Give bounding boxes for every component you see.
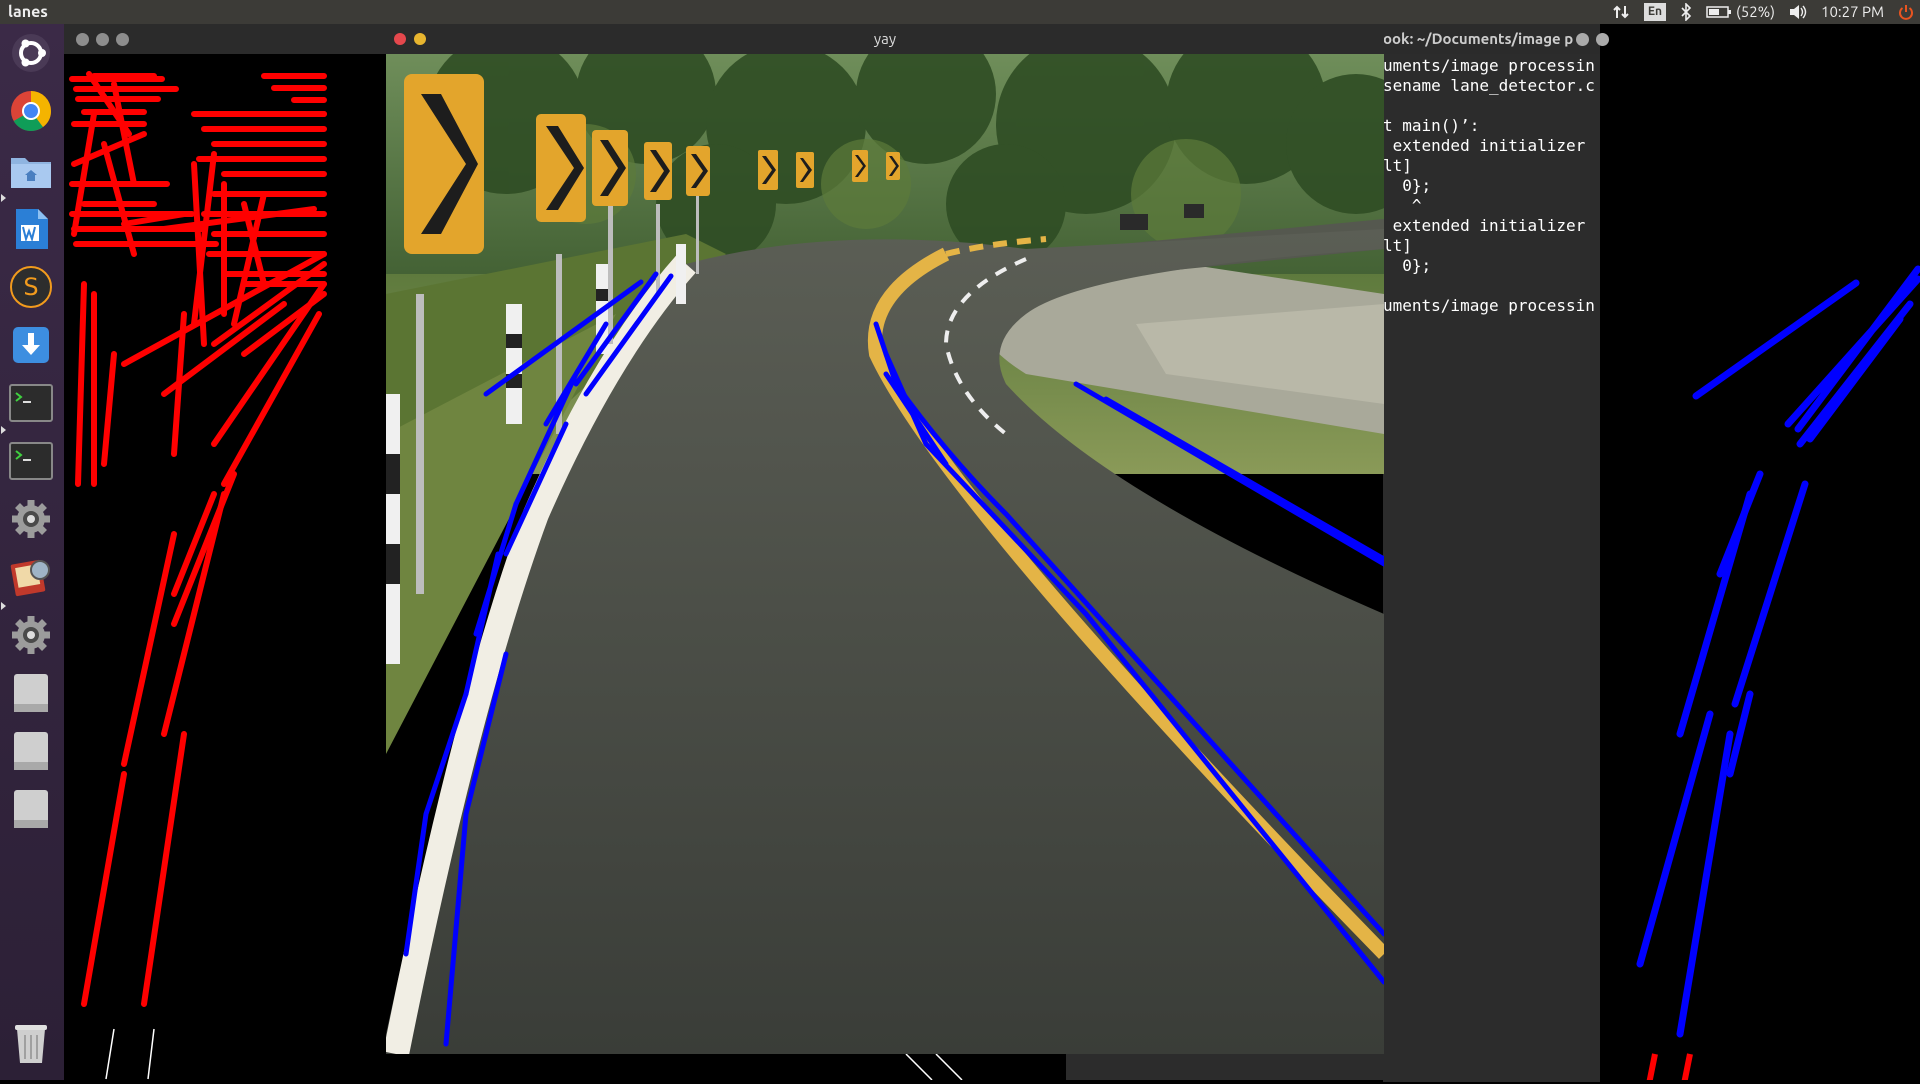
launcher: S (0, 24, 65, 1080)
terminal-line: extended initializer (1383, 216, 1586, 235)
terminal-minimize-button[interactable] (1596, 33, 1609, 46)
terminal-titlebar[interactable]: ook: ~/Documents/image pro (1383, 24, 1609, 54)
running-indicator-3 (1, 602, 6, 610)
writer-icon[interactable] (8, 206, 54, 252)
drive-icon[interactable] (8, 670, 54, 716)
yay-close-button[interactable] (394, 33, 406, 45)
keyboard-layout-indicator[interactable]: En (1643, 3, 1667, 21)
downloads-icon[interactable] (8, 322, 54, 368)
minimize-button[interactable] (96, 33, 109, 46)
terminal-line: uments/image processin (1383, 296, 1595, 315)
terminal-icon[interactable] (8, 380, 54, 426)
terminal-line: ^ (1383, 196, 1422, 215)
chrome-icon[interactable] (8, 88, 54, 134)
running-indicator (1, 194, 6, 202)
terminal-line: t main()’: (1383, 116, 1480, 135)
sublime-icon[interactable]: S (8, 264, 54, 310)
terminal-close-button[interactable] (1576, 33, 1589, 46)
lane-detection-image (386, 54, 1384, 1054)
files-icon[interactable] (8, 148, 54, 194)
network-icon[interactable] (1612, 3, 1630, 21)
ubuntu-dash-icon[interactable] (8, 30, 54, 76)
terminal-title: ook: ~/Documents/image pro (1383, 30, 1573, 47)
battery-icon (1706, 6, 1732, 18)
bluetooth-icon[interactable] (1680, 3, 1692, 21)
power-icon[interactable] (1898, 4, 1914, 20)
active-app-title: lanes (8, 3, 48, 21)
settings-icon-2[interactable] (8, 612, 54, 658)
lanes-window-titlebar[interactable] (64, 24, 386, 54)
maximize-button[interactable] (116, 33, 129, 46)
battery-indicator[interactable]: (52%) (1706, 0, 1775, 24)
terminal-line: lt] (1383, 236, 1412, 255)
terminal-window[interactable]: ook: ~/Documents/image pro uments/image … (1383, 24, 1609, 1082)
terminal-bottom-strip (1066, 1054, 1383, 1080)
svg-text:S: S (23, 273, 38, 301)
lane-output-canvas (1600, 54, 1920, 1080)
edge-detection-canvas (64, 54, 386, 1080)
terminal-output[interactable]: uments/image processin sename lane_detect… (1383, 54, 1600, 1082)
trash-icon[interactable] (8, 1020, 54, 1066)
top-panel: lanes En (52%) 10:27 PM (0, 0, 1920, 24)
running-indicator-2 (1, 426, 6, 434)
terminal-line: sename lane_detector.c (1383, 76, 1595, 95)
yay-minimize-button[interactable] (414, 33, 426, 45)
indicator-area: En (52%) 10:27 PM (1612, 0, 1914, 24)
terminal-line: extended initializer (1383, 136, 1586, 155)
terminal-line: uments/image processin (1383, 56, 1595, 75)
drive-icon-2[interactable] (8, 728, 54, 774)
yay-window-title: yay (873, 30, 897, 47)
terminal-line: 0}; (1383, 176, 1432, 195)
battery-percent: (52%) (1736, 3, 1776, 20)
terminal-icon-2[interactable] (8, 438, 54, 484)
settings-icon[interactable] (8, 496, 54, 542)
volume-icon[interactable] (1789, 4, 1807, 20)
terminal-line: 0}; (1383, 256, 1432, 275)
terminal-line: lt] (1383, 156, 1412, 175)
drive-icon-3[interactable] (8, 786, 54, 832)
desktop-gap (386, 1053, 1066, 1081)
clock[interactable]: 10:27 PM (1821, 0, 1884, 24)
image-viewer-icon[interactable] (8, 554, 54, 600)
close-button[interactable] (76, 33, 89, 46)
yay-titlebar[interactable]: yay (386, 24, 1384, 54)
yay-window[interactable]: yay (386, 24, 1384, 1054)
